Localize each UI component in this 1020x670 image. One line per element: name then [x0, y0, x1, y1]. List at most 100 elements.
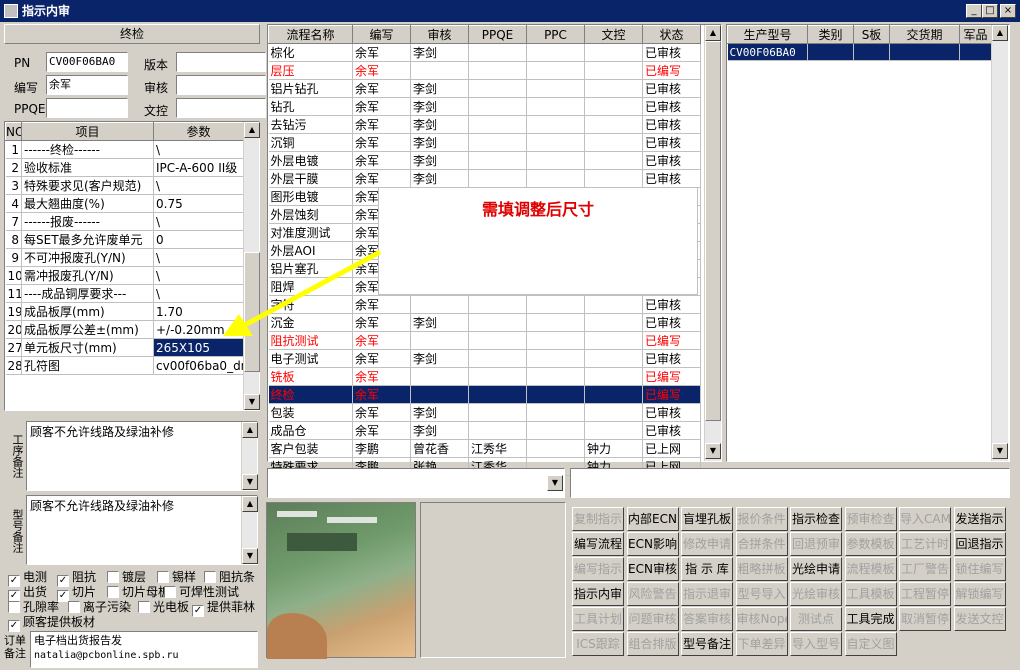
scroll-down-icon[interactable]: ▼ [242, 548, 258, 564]
param-value[interactable]: \ [153, 212, 244, 231]
product-scrollbar[interactable]: ▲ ▼ [991, 25, 1008, 461]
action-button-3-0[interactable]: 指示内审 [572, 582, 624, 606]
table-row[interactable]: 棕化 余军 李剑 已审核 [268, 43, 701, 62]
table-row[interactable]: 27 单元板尺寸(mm) 265X105 [5, 338, 244, 357]
table-row[interactable]: 19 成品板厚(mm) 1.70 [5, 302, 244, 321]
table-row[interactable]: 11 ----成品铜厚要求--- \ [5, 284, 244, 303]
table-row[interactable]: 客户包装 李鹏 曾花香 江秀华 钟力 已上网 [268, 439, 701, 458]
maximize-button[interactable]: □ [982, 4, 998, 18]
product-header[interactable]: S板 [853, 25, 890, 44]
checkbox-icon[interactable]: ✓ [192, 605, 204, 617]
action-button-0-3[interactable]: 报价条件 [735, 507, 788, 531]
table-row[interactable]: 20 成品板厚公差±(mm) +/-0.20mm [5, 320, 244, 339]
table-row[interactable]: 外层电镀 余军 李剑 已审核 [268, 151, 701, 170]
action-button-1-2[interactable]: 修改申请 [681, 532, 733, 556]
scroll-down-icon[interactable]: ▼ [992, 443, 1008, 459]
param-value[interactable]: \ [153, 140, 244, 159]
checkbox-icon[interactable] [107, 571, 119, 583]
field-input-3[interactable] [176, 75, 266, 95]
action-button-5-1[interactable]: 组合排版 [626, 632, 679, 656]
order-note-field[interactable]: 电子档出货报告发 natalia@pcbonline.spb.ru [30, 631, 258, 668]
table-row[interactable]: 钻孔 余军 李剑 已审核 [268, 97, 701, 116]
scroll-up-icon[interactable]: ▲ [705, 25, 721, 41]
table-row[interactable]: 包装 余军 李剑 已审核 [268, 403, 701, 422]
checkbox-icon[interactable] [8, 601, 20, 613]
action-button-0-6[interactable]: 导入CAM [899, 507, 951, 531]
action-button-2-2[interactable]: 指 示 库 [681, 557, 733, 581]
process-header[interactable]: 审核 [410, 25, 469, 44]
scroll-up-icon[interactable]: ▲ [244, 122, 260, 138]
product-header[interactable]: 生产型号 [727, 25, 808, 44]
checkbox-icon[interactable] [157, 571, 169, 583]
table-row[interactable]: 2 验收标准 IPC-A-600 II级 [5, 158, 244, 177]
model-note-field[interactable]: 顾客不允许线路及绿油补修 ▲ ▼ [26, 495, 258, 565]
params-header-value[interactable]: 参数 [153, 122, 244, 141]
model-note-scrollbar[interactable]: ▲ ▼ [241, 496, 258, 564]
param-value[interactable]: IPC-A-600 II级 [153, 158, 244, 177]
minimize-button[interactable]: _ [966, 4, 982, 18]
text-field-right[interactable] [570, 468, 1010, 498]
action-button-2-3[interactable]: 粗略拼板 [735, 557, 788, 581]
scroll-up-icon[interactable]: ▲ [992, 25, 1008, 41]
action-button-2-5[interactable]: 流程模板 [844, 557, 897, 581]
table-row[interactable]: 铝片钻孔 余军 李剑 已审核 [268, 79, 701, 98]
action-button-4-0[interactable]: 工具计划 [572, 607, 624, 631]
action-button-5-4[interactable]: 导入型号 [790, 632, 842, 656]
action-button-3-3[interactable]: 型号导入 [735, 582, 788, 606]
params-header-item[interactable]: 项目 [21, 122, 154, 141]
action-button-2-4[interactable]: 光绘申请 [790, 557, 842, 581]
table-row[interactable]: 4 最大翘曲度(%) 0.75 [5, 194, 244, 213]
action-button-4-4[interactable]: 测试点 [790, 607, 842, 631]
param-value[interactable]: 0.75 [153, 194, 244, 213]
action-button-1-4[interactable]: 回退预审 [790, 532, 842, 556]
table-row[interactable]: 3 特殊要求见(客户规范) \ [5, 176, 244, 195]
action-button-1-7[interactable]: 回退指示 [953, 532, 1006, 556]
action-button-0-0[interactable]: 复制指示 [572, 507, 624, 531]
table-row[interactable]: 9 不可冲报废孔(Y/N) \ [5, 248, 244, 267]
table-row[interactable]: 铣板 余军 已编写 [268, 367, 701, 386]
chevron-down-icon[interactable]: ▼ [547, 475, 563, 491]
action-button-5-2[interactable]: 型号备注 [681, 632, 733, 656]
process-note-scrollbar[interactable]: ▲ ▼ [241, 422, 258, 490]
action-button-3-6[interactable]: 工程暂停 [899, 582, 951, 606]
field-input-5[interactable] [176, 98, 266, 118]
table-row[interactable]: 沉铜 余军 李剑 已审核 [268, 133, 701, 152]
action-button-1-5[interactable]: 参数模板 [844, 532, 897, 556]
checkbox-icon[interactable] [68, 601, 80, 613]
checkbox-icon[interactable]: ✓ [8, 620, 20, 632]
checkbox-icon[interactable] [138, 601, 150, 613]
table-row[interactable]: 28 孔符图 cv00f06ba0_drl [5, 356, 244, 375]
combo-box-left[interactable]: ▼ [267, 468, 565, 498]
checkbox-icon[interactable] [204, 571, 216, 583]
scroll-down-icon[interactable]: ▼ [244, 394, 260, 410]
checkbox-2-2[interactable]: 光电板 [138, 598, 189, 615]
process-header[interactable]: 流程名称 [268, 25, 353, 44]
action-button-4-3[interactable]: 审核Nope [735, 607, 788, 631]
table-row[interactable]: 7 ------报废------ \ [5, 212, 244, 231]
action-button-1-6[interactable]: 工艺计时 [899, 532, 951, 556]
action-button-4-7[interactable]: 发送文控 [953, 607, 1006, 631]
action-button-2-0[interactable]: 编写指示 [572, 557, 624, 581]
action-button-1-1[interactable]: ECN影响 [626, 532, 679, 556]
table-row[interactable]: 8 每SET最多允许废单元 0 [5, 230, 244, 249]
action-button-4-6[interactable]: 取消暂停 [899, 607, 951, 631]
checkbox-2-3[interactable]: ✓ 提供菲林 [192, 598, 255, 617]
checkbox-3-0[interactable]: ✓ 顾客提供板材 [8, 613, 95, 632]
action-button-1-3[interactable]: 合拼条件 [735, 532, 788, 556]
params-header-no[interactable]: NO [5, 122, 22, 141]
checkbox-icon[interactable] [107, 586, 119, 598]
action-button-0-5[interactable]: 预审检查 [844, 507, 897, 531]
action-button-3-4[interactable]: 光绘审核 [790, 582, 842, 606]
field-input-0[interactable]: CV00F06BA0 [46, 52, 128, 72]
action-button-4-1[interactable]: 问题审核 [626, 607, 679, 631]
process-header[interactable]: 编写 [352, 25, 411, 44]
action-button-4-2[interactable]: 答案审核 [681, 607, 733, 631]
param-value[interactable]: 265X105 [153, 338, 244, 357]
param-value[interactable]: \ [153, 176, 244, 195]
process-note-field[interactable]: 顾客不允许线路及绿油补修 ▲ ▼ [26, 421, 258, 491]
product-header[interactable]: 军品 [959, 25, 992, 44]
action-button-0-1[interactable]: 内部ECN [626, 507, 679, 531]
field-input-2[interactable]: 余军 [46, 75, 128, 95]
field-input-1[interactable] [176, 52, 266, 72]
scroll-up-icon[interactable]: ▲ [242, 422, 258, 438]
